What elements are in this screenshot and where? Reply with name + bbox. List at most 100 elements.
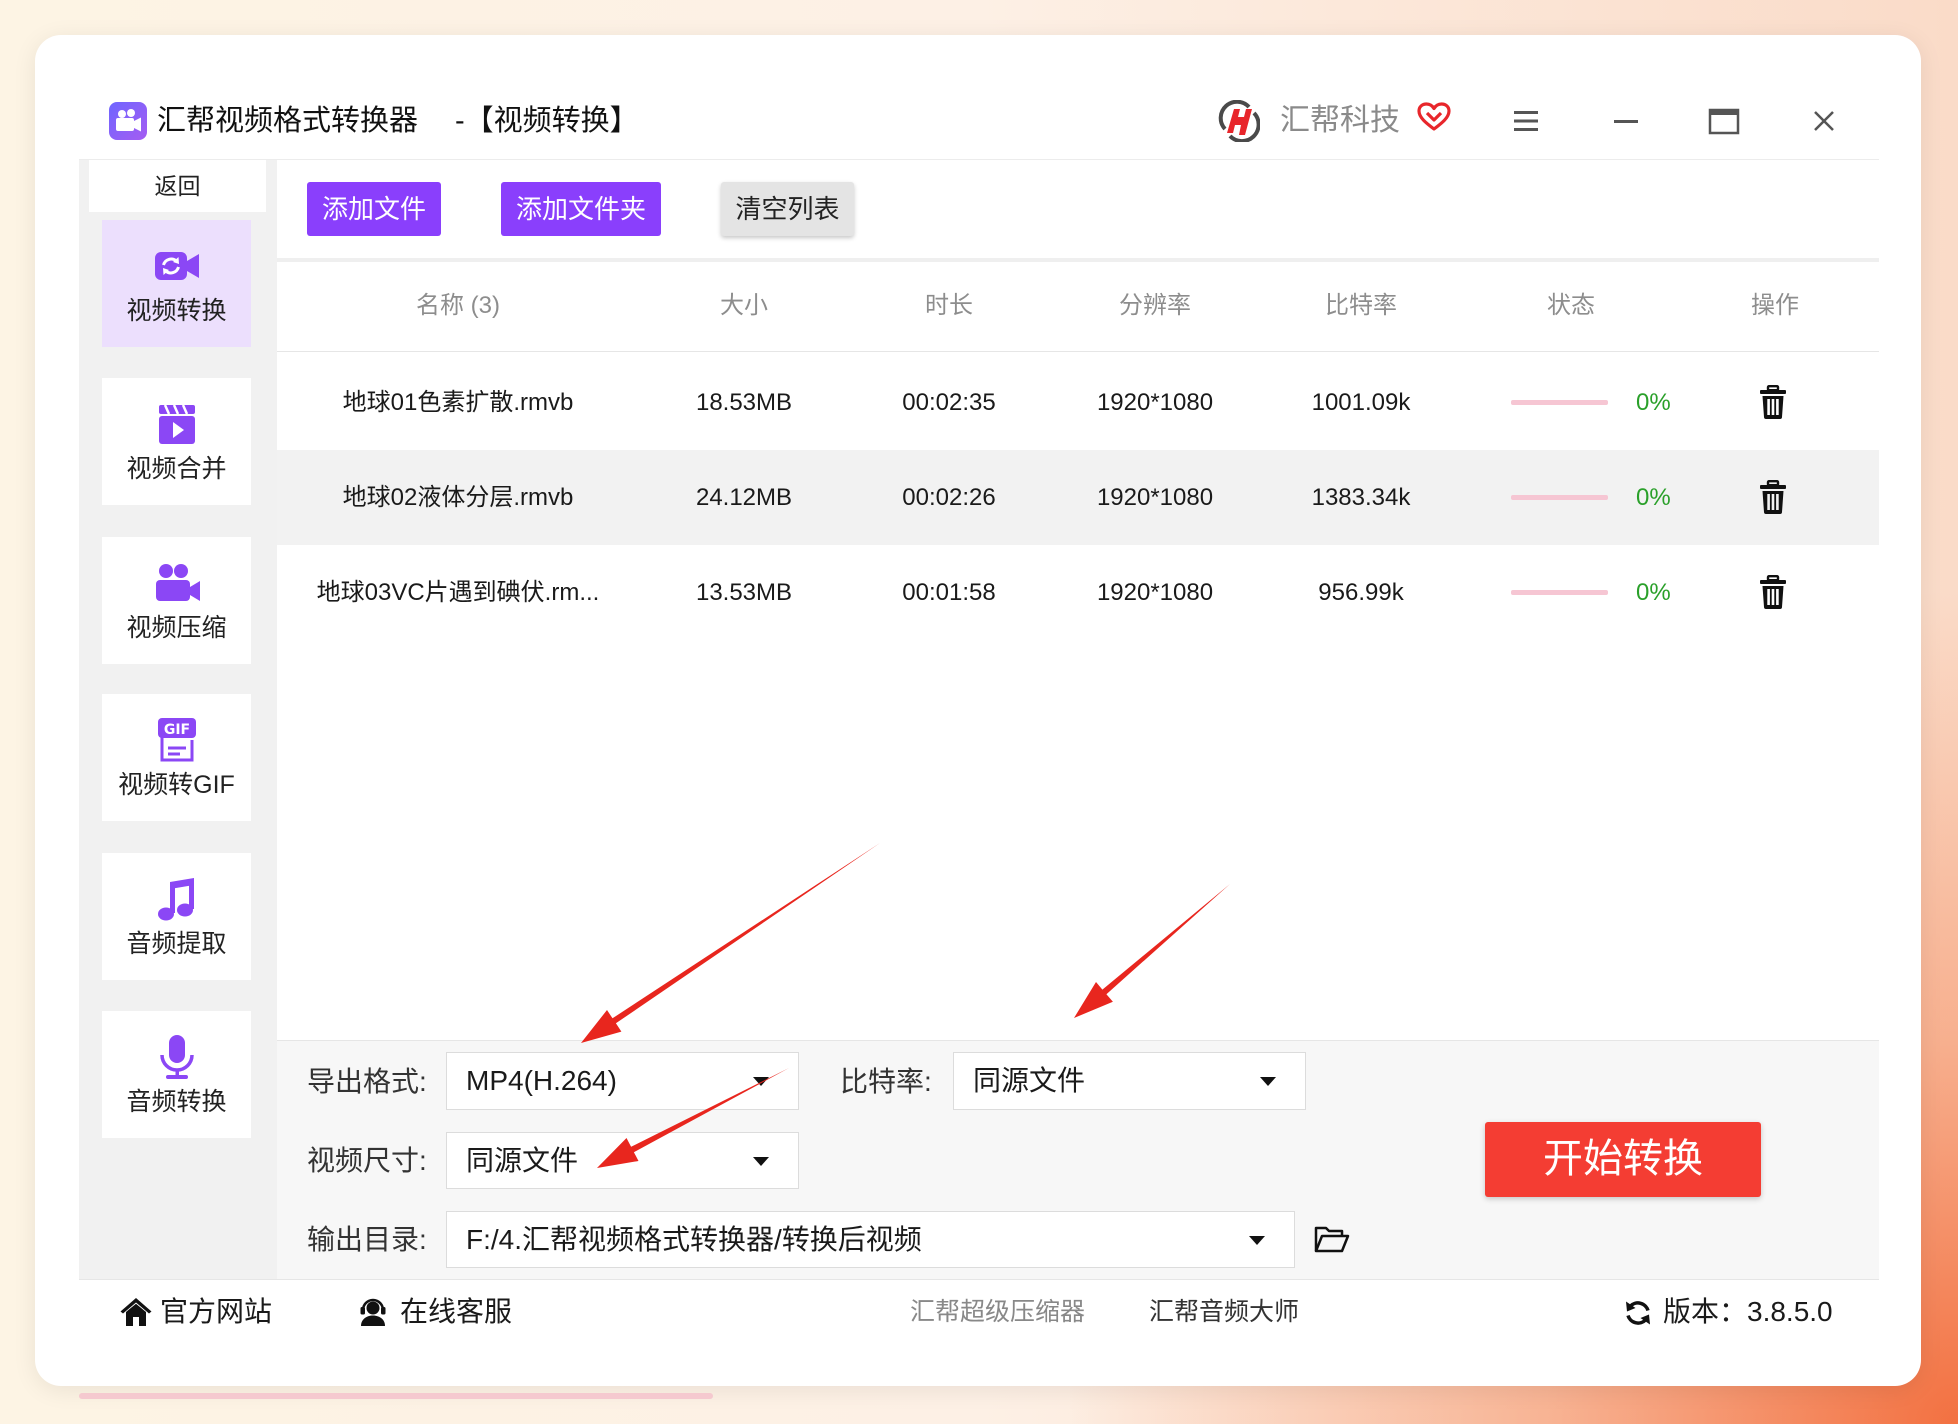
- start-convert-button[interactable]: 开始转换: [1485, 1122, 1761, 1197]
- clear-list-button[interactable]: 清空列表: [721, 182, 854, 236]
- progress-label: 0%: [1636, 579, 1671, 606]
- file-size: 13.53MB: [695, 579, 793, 606]
- output-settings-panel: 导出格式: MP4(H.264) 比特率: 同源文件 视频尺寸: 同源文件 开始…: [277, 1040, 1879, 1279]
- folder-open-icon[interactable]: [1314, 1224, 1350, 1254]
- official-website-link[interactable]: 官方网站: [160, 1292, 272, 1332]
- chevron-down-icon: [1260, 1077, 1276, 1086]
- column-header-status: 状态: [1547, 292, 1595, 319]
- sidebar-item-label: 音频转换: [126, 1087, 227, 1116]
- table-row[interactable]: 地球02液体分层.rmvb 24.12MB 00:02:26 1920*1080…: [277, 450, 1879, 545]
- app-title: 汇帮视频格式转换器: [157, 105, 419, 137]
- video-convert-icon: [153, 242, 201, 290]
- format-value: MP4(H.264): [466, 1065, 617, 1096]
- sidebar-item-label: 视频压缩: [126, 613, 227, 642]
- sidebar-item-label: 视频合并: [126, 454, 227, 483]
- output-dir-label: 输出目录:: [307, 1224, 427, 1255]
- column-header-bitrate[interactable]: 比特率: [1271, 262, 1451, 350]
- online-support-link[interactable]: 在线客服: [400, 1292, 512, 1332]
- column-header-action: 操作: [1751, 292, 1799, 319]
- file-bitrate: 1383.34k: [1311, 484, 1411, 511]
- trash-icon[interactable]: [1759, 385, 1787, 419]
- file-duration: 00:02:26: [902, 484, 996, 511]
- maximize-icon[interactable]: [1708, 108, 1740, 135]
- audio-master-app-link[interactable]: 汇帮音频大师: [1149, 1292, 1299, 1332]
- column-header-name[interactable]: 名称 (3): [298, 262, 618, 350]
- file-name: 地球03VC片遇到碘伏.rm...: [316, 579, 600, 606]
- file-bitrate: 956.99k: [1318, 579, 1404, 606]
- bottom-accent-line: [79, 1393, 713, 1399]
- table-row[interactable]: 地球01色素扩散.rmvb 18.53MB 00:02:35 1920*1080…: [277, 355, 1879, 450]
- microphone-icon: [153, 1033, 201, 1081]
- table-row[interactable]: 地球03VC片遇到碘伏.rm... 13.53MB 00:01:58 1920*…: [277, 545, 1879, 640]
- file-name: 地球02液体分层.rmvb: [342, 484, 574, 511]
- size-label: 视频尺寸:: [307, 1145, 427, 1176]
- gif-icon-text: GIF: [163, 722, 189, 738]
- app-window: 汇帮视频格式转换器 -【视频转换】 汇帮科技 返回 视频转换 视频合并 视频压缩…: [79, 77, 1879, 1346]
- app-video-camera-icon: [109, 102, 147, 140]
- output-dir-select[interactable]: F:/4.汇帮视频格式转换器/转换后视频: [446, 1211, 1295, 1268]
- brand-logo-icon[interactable]: [1218, 100, 1260, 142]
- file-resolution: 1920*1080: [1096, 579, 1214, 606]
- add-folder-button[interactable]: 添加文件夹: [501, 182, 661, 236]
- format-select[interactable]: MP4(H.264): [446, 1052, 799, 1110]
- video-merge-icon: [153, 400, 201, 448]
- bitrate-select[interactable]: 同源文件: [953, 1052, 1306, 1110]
- sidebar-item-audio-extract[interactable]: 音频提取: [102, 853, 251, 980]
- minimize-icon[interactable]: [1611, 117, 1641, 125]
- table-header-divider: [277, 351, 1879, 352]
- file-resolution: 1920*1080: [1096, 389, 1214, 416]
- file-bitrate: 1001.09k: [1311, 389, 1411, 416]
- sidebar-item-audio-convert[interactable]: 音频转换: [102, 1011, 251, 1138]
- trash-icon[interactable]: [1759, 575, 1787, 609]
- file-duration: 00:02:35: [902, 389, 996, 416]
- heart-vip-icon[interactable]: [1417, 102, 1451, 132]
- home-icon[interactable]: [120, 1297, 152, 1327]
- sidebar-item-video-to-gif[interactable]: GIF 视频转GIF: [102, 694, 251, 821]
- progress-bar: [1511, 495, 1608, 500]
- column-header-duration[interactable]: 时长: [859, 262, 1039, 350]
- progress-bar: [1511, 400, 1608, 405]
- menu-icon[interactable]: [1511, 109, 1541, 133]
- chevron-down-icon: [753, 1157, 769, 1166]
- compressor-app-link[interactable]: 汇帮超级压缩器: [910, 1292, 1085, 1332]
- close-icon[interactable]: [1812, 109, 1836, 133]
- file-resolution: 1920*1080: [1096, 484, 1214, 511]
- title-divider: [79, 159, 1879, 160]
- file-size: 24.12MB: [695, 484, 793, 511]
- version-label: 版本：3.8.5.0: [1663, 1296, 1833, 1327]
- format-label: 导出格式:: [307, 1066, 427, 1097]
- file-size: 18.53MB: [695, 389, 793, 416]
- progress-bar: [1511, 590, 1608, 595]
- sidebar-item-video-compress[interactable]: 视频压缩: [102, 537, 251, 664]
- output-dir-value: F:/4.汇帮视频格式转换器/转换后视频: [466, 1224, 922, 1255]
- progress-label: 0%: [1636, 484, 1671, 511]
- brand-name[interactable]: 汇帮科技: [1280, 101, 1400, 141]
- back-button[interactable]: 返回: [89, 160, 266, 212]
- chevron-down-icon: [1249, 1236, 1265, 1245]
- column-header-resolution[interactable]: 分辨率: [1065, 262, 1245, 350]
- size-select[interactable]: 同源文件: [446, 1132, 799, 1189]
- column-header-size[interactable]: 大小: [654, 262, 834, 350]
- file-name: 地球01色素扩散.rmvb: [342, 389, 574, 416]
- file-duration: 00:01:58: [902, 579, 996, 606]
- chevron-down-icon: [753, 1077, 769, 1086]
- sidebar: 返回 视频转换 视频合并 视频压缩 GIF 视频转GIF 音频提取 音频转换: [79, 160, 277, 1279]
- table-header: 名称 (3) 大小 时长 分辨率 比特率 状态 操作: [277, 262, 1879, 350]
- sidebar-item-video-convert[interactable]: 视频转换: [102, 220, 251, 347]
- gif-icon: GIF: [153, 716, 201, 764]
- sidebar-item-label: 视频转换: [126, 296, 227, 325]
- customer-service-icon[interactable]: [357, 1297, 389, 1327]
- music-note-icon: [153, 875, 201, 923]
- page-title: -【视频转换】: [455, 105, 639, 137]
- sidebar-item-video-merge[interactable]: 视频合并: [102, 378, 251, 505]
- refresh-icon[interactable]: [1623, 1298, 1653, 1328]
- bitrate-value: 同源文件: [973, 1065, 1086, 1096]
- add-file-button[interactable]: 添加文件: [307, 182, 441, 236]
- video-compress-icon: [153, 559, 201, 607]
- progress-label: 0%: [1636, 389, 1671, 416]
- footer: 官方网站 在线客服 汇帮超级压缩器 汇帮音频大师 版本：3.8.5.0: [79, 1279, 1879, 1346]
- size-value: 同源文件: [466, 1145, 579, 1176]
- trash-icon[interactable]: [1759, 480, 1787, 514]
- sidebar-item-label: 视频转GIF: [118, 770, 235, 799]
- sidebar-item-label: 音频提取: [126, 929, 227, 958]
